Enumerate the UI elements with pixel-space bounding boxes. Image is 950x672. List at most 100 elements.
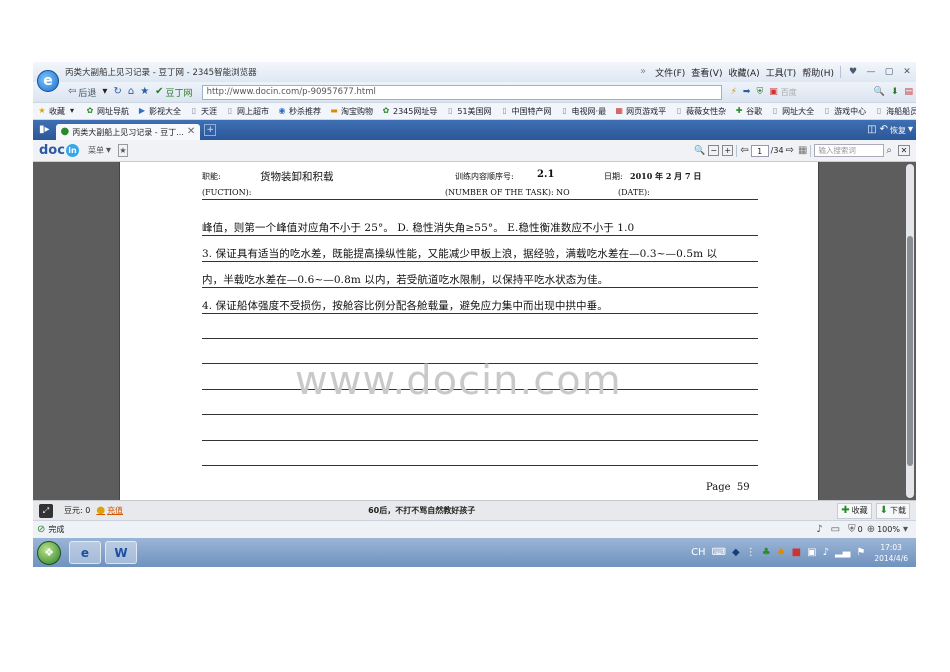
fav-item[interactable]: ▯海船船员电 [870,106,916,117]
page-footer: Page 59 [706,482,750,493]
fav-item[interactable]: ▯ 游戏中心 [818,106,870,117]
search-icon[interactable]: 🔍 [871,87,888,97]
speaker-icon[interactable]: ♪ [816,524,822,535]
zoom-out-icon[interactable]: − [708,145,720,156]
volume-icon[interactable]: ♪ [823,547,829,558]
search-engine-icon[interactable]: ▣ [766,87,781,97]
maximize-icon[interactable]: ▢ [880,65,898,79]
taskbar-word-button[interactable]: W [105,541,137,564]
text-line: 4. 保证船体强度不受损伤，按舱容比例分配各舱载量，避免应力集中而出现中拱中垂。 [202,300,608,312]
menu-favorites[interactable]: 收藏(A) [725,66,762,79]
docin-logo[interactable]: doc in [33,143,85,158]
fullscreen-icon[interactable]: ⤢ [39,503,53,518]
menu-file[interactable]: 文件(F) [652,66,688,79]
speed-icon[interactable]: ⚡ [728,87,740,97]
forward-button[interactable]: ▾ [99,87,110,97]
tray-monitor-icon[interactable]: ▣ [807,547,816,558]
new-tab-icon[interactable]: + [204,124,217,136]
zoom-search-icon[interactable]: 🔍 [691,146,708,156]
close-doc-icon[interactable]: ✕ [898,145,910,156]
browser-logo-icon[interactable]: e [37,70,59,92]
tray-red-icon[interactable]: ■ [792,547,801,558]
tab-active[interactable]: ● 丙类大副船上见习记录 - 豆丁... ✕ [55,124,201,140]
fav-item[interactable]: ▯ 51美国网 [441,106,495,117]
fav-item[interactable]: ▯ 网址大全 [766,106,818,117]
fav-item[interactable]: ▯ 电视网·最 [556,106,611,117]
prev-page-icon[interactable]: ⇦ [740,145,748,156]
back-button[interactable]: ⇦ 后退 [65,86,99,99]
coin-icon: ● [96,504,106,516]
fav-item[interactable]: ▯ 薇薇女性杂 [670,106,730,117]
game-icon: ▦ [615,106,623,115]
tray-orange-icon[interactable]: ♠ [777,547,786,558]
refresh-button[interactable]: ↻ [110,87,124,97]
sidebar-toggle-icon[interactable]: ▮▸ [39,125,50,135]
docin-menu-button[interactable]: 菜单 ▾ [85,145,114,156]
fav-item[interactable]: ▬ 淘宝购物 [325,106,377,117]
zoom-icon[interactable]: ⊕ [867,524,875,535]
grid-view-icon[interactable]: ▦ [798,145,807,156]
page-number-input[interactable]: 1 [750,144,769,157]
page-icon: ▯ [876,106,882,115]
fav-item[interactable]: ▶ 影视大全 [133,106,185,117]
window-icon[interactable]: ▭ [831,524,840,535]
taskbar-ie-button[interactable]: e [69,541,101,564]
usb-icon[interactable]: ⋮ [746,547,756,558]
close-icon[interactable]: ✕ [898,65,916,79]
find-icon[interactable]: ⌕ [886,145,892,156]
menu-help[interactable]: 帮助(H) [799,66,837,79]
zoom-level[interactable]: 100% [877,525,900,534]
document-viewer: 职能: 货物装卸和积载 训练内容顺序号: 2.1 日期: 2010 年 2 月 … [33,162,916,500]
ime-icon[interactable]: CH [691,547,706,558]
collect-button[interactable]: ✚ 收藏 [837,502,872,519]
double-chevron-icon[interactable]: » [640,67,646,77]
tray-app-icon[interactable]: ◆ [732,547,740,558]
go-arrow-icon[interactable]: ➡ [740,87,754,97]
site-badge[interactable]: ✔ 豆丁网 [152,86,195,99]
clock[interactable]: 17:03 2014/4/6 [874,542,908,564]
doc-search-input[interactable]: 输入搜索词 [814,144,885,157]
fav-item[interactable]: ▦ 网页游戏平 [610,106,670,117]
fav-item[interactable]: ✚ 谷歌 [730,106,766,117]
restore-button[interactable]: ↶ 恢复 ▾ [877,125,916,136]
menu-tools[interactable]: 工具(T) [763,66,800,79]
home-button[interactable]: ⌂ [125,87,137,97]
chevron-down-icon[interactable]: ▾ [903,524,908,535]
ruled-line [202,287,758,288]
start-button[interactable]: ❖ [37,540,61,565]
fav-item[interactable]: ◉ 秒杀推荐 [273,106,325,117]
menu-view[interactable]: 查看(V) [688,66,725,79]
tray-green-icon[interactable]: ♣ [762,547,771,558]
favorite-star-button[interactable]: ★ [137,87,152,97]
bookmark-icon[interactable]: ★ [117,144,128,157]
favorites-menu-button[interactable]: ★ 收藏 ▾ [33,106,81,117]
scrollbar-thumb[interactable] [907,236,913,466]
fav-item[interactable]: ▯ 天涯 [185,106,221,117]
fav-item[interactable]: ▯ 网上超市 [221,106,273,117]
zoom-in-icon[interactable]: + [722,145,734,156]
page-icon: ▯ [191,106,197,115]
title-bar: 丙类大副船上见习记录 - 豆丁网 - 2345智能浏览器 » 文件(F) 查看(… [33,62,916,82]
fav-item[interactable]: ✿ 网址导航 [81,106,133,117]
flag-icon[interactable]: ⚑ [856,547,865,558]
recharge-link[interactable]: ● 充值 [93,505,126,516]
vertical-scrollbar[interactable] [906,164,914,498]
search-input[interactable]: 百度 [781,87,871,98]
page-icon: ▯ [448,106,453,115]
close-icon[interactable]: ✕ [187,127,195,137]
fav-item[interactable]: ✿ 2345网址导 [377,106,441,117]
security-shield-icon[interactable]: ⛨ [753,87,766,97]
download-manager-icon[interactable]: ⬇ [888,87,902,97]
next-page-icon[interactable]: ⇨ [786,145,794,156]
ad-banner[interactable]: 60后，不打不骂自然教好孩子 [126,505,837,516]
network-icon[interactable]: ▂▄ [835,547,850,558]
skin-icon[interactable]: ♥ [844,65,862,79]
shield-icon[interactable]: ⛨ [848,524,856,535]
fav-item[interactable]: ▯ 中国特产网 [496,106,556,117]
extension-icon[interactable]: ▤ [901,87,916,97]
url-input[interactable]: http://www.docin.com/p-90957677.html [201,84,722,100]
closed-tabs-icon[interactable]: ◫ [867,125,876,135]
minimize-icon[interactable]: — [862,65,880,79]
download-button[interactable]: ⬇ 下载 [875,502,910,519]
keyboard-icon[interactable]: ⌨ [712,547,726,558]
